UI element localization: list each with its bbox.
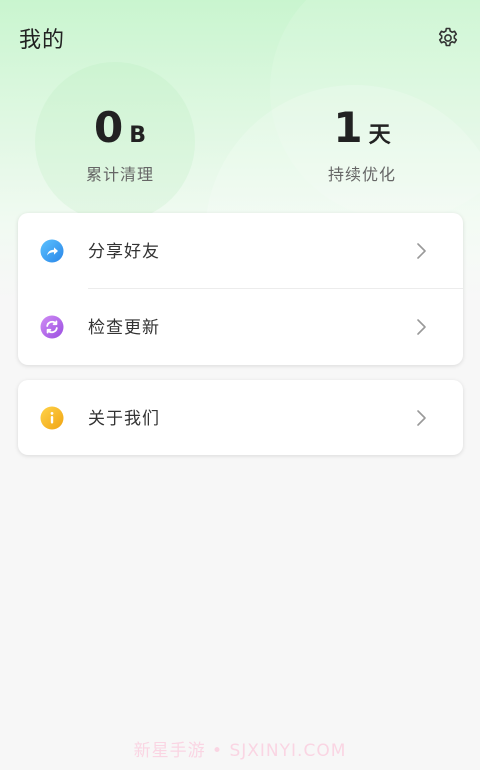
stat-cleaned-label: 累计清理 — [85, 165, 154, 184]
about-us-item[interactable]: 关于我们 — [18, 380, 463, 455]
page-title: 我的 — [19, 28, 66, 53]
stat-optimized-value: 1 — [333, 103, 363, 152]
about-us-label: 关于我们 — [88, 409, 160, 429]
chevron-right-icon — [413, 318, 429, 336]
watermark: 新星手游 • SJXINYI.COM — [133, 741, 347, 761]
chevron-right-icon — [413, 242, 429, 260]
gear-icon[interactable] — [436, 26, 460, 50]
share-friends-label: 分享好友 — [88, 242, 160, 262]
stat-optimized-unit: 天 — [368, 123, 391, 148]
info-icon — [40, 406, 64, 430]
check-update-label: 检查更新 — [88, 318, 160, 338]
stat-cleaned-value: 0 — [93, 103, 124, 152]
header: 我的 — [0, 0, 480, 80]
refresh-icon — [40, 315, 64, 339]
check-update-item[interactable]: 检查更新 — [18, 289, 463, 365]
stat-optimized: 1 天 持续优化 — [282, 100, 442, 185]
share-friends-item[interactable]: 分享好友 — [18, 213, 463, 289]
menu-card-secondary: 关于我们 — [18, 380, 463, 455]
share-icon — [40, 239, 64, 263]
stats-panel: 0 B 累计清理 1 天 持续优化 — [0, 100, 480, 200]
stat-cleaned: 0 B 累计清理 — [40, 100, 200, 185]
stat-optimized-label: 持续优化 — [327, 165, 396, 184]
stat-cleaned-unit: B — [129, 123, 146, 148]
chevron-right-icon — [413, 409, 429, 427]
menu-card-primary: 分享好友 检查更新 — [18, 213, 463, 365]
